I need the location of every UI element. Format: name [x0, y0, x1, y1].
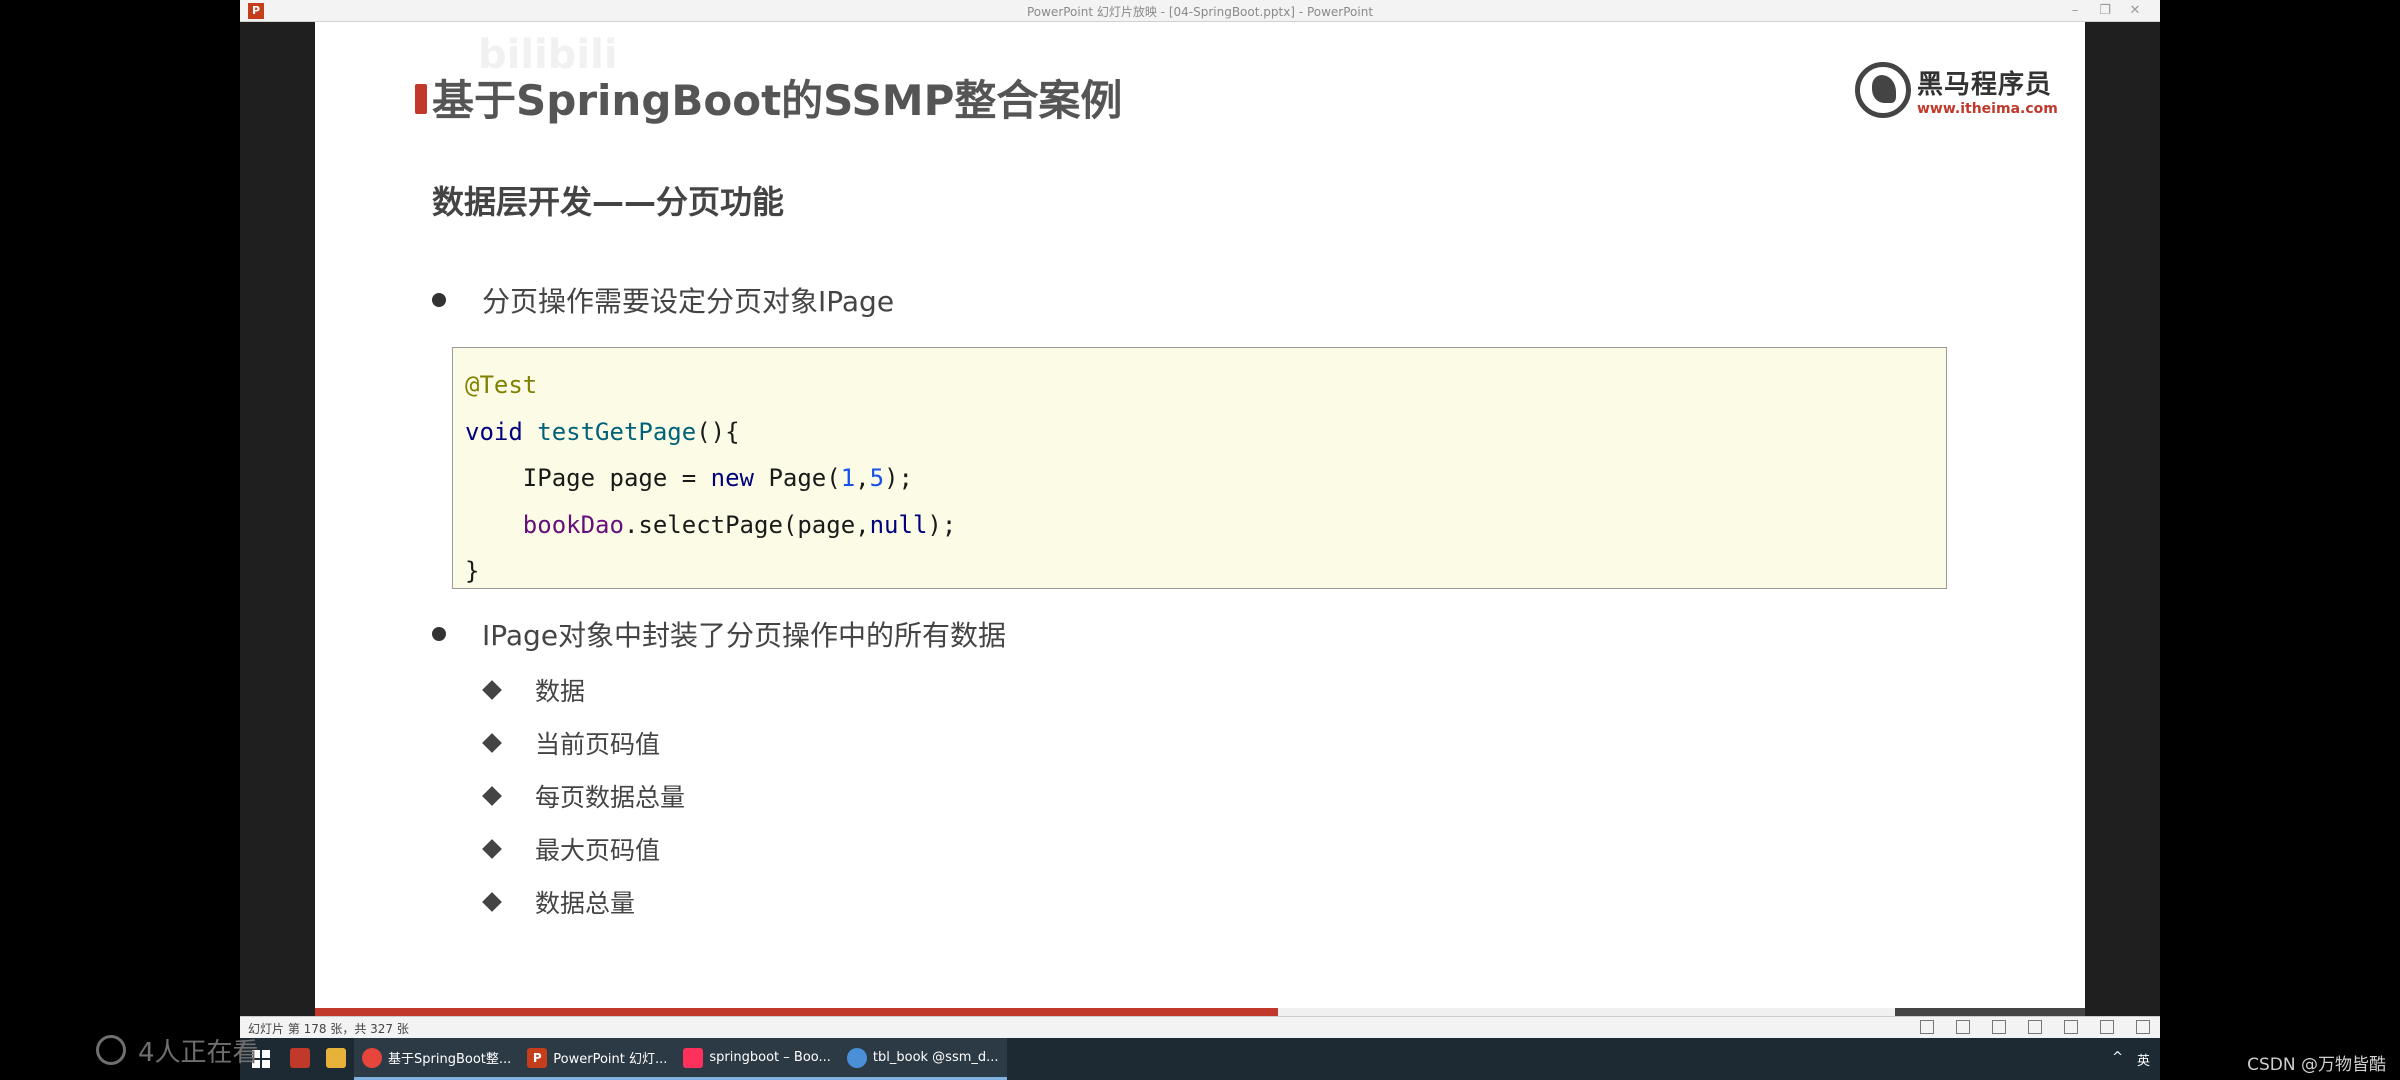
slide-progress-fill — [315, 1008, 1278, 1016]
bullet-text: 分页操作需要设定分页对象IPage — [482, 285, 895, 318]
code-text: ); — [884, 464, 913, 492]
sub-bullet-text: 数据 — [535, 677, 586, 706]
code-number: 1 — [840, 464, 856, 492]
system-tray: ^ 英 — [2112, 1050, 2150, 1069]
code-annotation: @Test — [465, 371, 538, 399]
code-block: @Test void testGetPage(){ IPage page = n… — [452, 347, 1947, 589]
code-method-name: testGetPage — [537, 417, 697, 446]
diamond-bullet-icon — [482, 680, 502, 700]
prev-slide-icon[interactable] — [1920, 1020, 1934, 1034]
viewer-icon — [96, 1035, 126, 1065]
slide-title: 基于SpringBoot的SSMP整合案例 — [432, 76, 1123, 125]
code-number: 5 — [869, 464, 885, 492]
taskbar-label: tbl_book @ssm_d... — [872, 1050, 999, 1065]
sub-bullet-text: 最大页码值 — [535, 836, 661, 865]
title-bar: P PowerPoint 幻灯片放映 - [04-SpringBoot.pptx… — [240, 0, 2160, 22]
code-text: .selectPage(page, — [623, 510, 870, 539]
normal-view-icon[interactable] — [2028, 1020, 2042, 1034]
code-keyword: new — [710, 464, 754, 492]
diamond-bullet-icon — [482, 733, 502, 753]
taskbar-label: 基于SpringBoot整... — [388, 1052, 512, 1067]
code-keyword: null — [869, 510, 928, 539]
taskbar-intellij[interactable]: springboot – Boo... — [675, 1038, 839, 1080]
taskbar-label: springboot – Boo... — [709, 1050, 831, 1065]
logo-url: www.itheima.com — [1917, 100, 2058, 117]
csdn-watermark: CSDN @万物皆酷 — [2247, 1055, 2386, 1075]
code-text: Page( — [754, 464, 841, 492]
restore-button[interactable]: ❐ — [2090, 2, 2120, 20]
bullet-ipage-setup: 分页操作需要设定分页对象IPage — [432, 280, 894, 320]
taskbar-app-unknown[interactable] — [282, 1038, 318, 1080]
sub-bullet-text: 数据总量 — [535, 889, 636, 918]
diamond-bullet-icon — [482, 892, 502, 912]
app-icon — [290, 1047, 310, 1068]
taskbar-chrome[interactable]: 基于SpringBoot整... — [354, 1038, 520, 1080]
sub-bullet-text: 每页数据总量 — [535, 783, 686, 812]
viewer-count: 4人正在看 — [96, 1030, 259, 1070]
code-text: , — [855, 464, 870, 492]
sub-bullet-text: 当前页码值 — [535, 730, 661, 759]
horse-logo-icon — [1855, 62, 1911, 118]
bullet-dot-icon — [432, 627, 446, 641]
slideshow-view-icon[interactable] — [2136, 1020, 2150, 1034]
title-accent-mark — [415, 84, 427, 114]
window-title: PowerPoint 幻灯片放映 - [04-SpringBoot.pptx] … — [1026, 5, 1374, 19]
itheima-logo: 黑马程序员 www.itheima.com — [1855, 62, 2058, 118]
chrome-icon — [362, 1047, 382, 1068]
sub-bullet-item: 当前页码值 — [482, 725, 661, 761]
status-bar: 幻灯片 第 178 张，共 327 张 — [240, 1016, 2160, 1038]
taskbar-powerpoint[interactable]: P PowerPoint 幻灯... — [519, 1038, 676, 1080]
bullet-dot-icon — [432, 293, 446, 307]
minimize-button[interactable]: – — [2060, 2, 2090, 20]
code-text: } — [465, 557, 480, 585]
slide-canvas[interactable]: 黑 bilibili 基于SpringBoot的SSMP整合案例 黑马程序员 w… — [315, 22, 2085, 1016]
sub-bullet-item: 最大页码值 — [482, 831, 661, 867]
slide-progress-remainder — [1895, 1008, 2085, 1016]
pause-icon[interactable] — [1956, 1020, 1970, 1034]
input-language-indicator[interactable]: 英 — [2137, 1050, 2150, 1069]
sub-bullet-item: 数据 — [482, 672, 586, 708]
taskbar-datagrip[interactable]: tbl_book @ssm_d... — [838, 1038, 1007, 1080]
diamond-bullet-icon — [482, 839, 502, 859]
code-field: bookDao — [522, 510, 624, 539]
slide-sorter-icon[interactable] — [2064, 1020, 2078, 1034]
code-keyword: void — [465, 417, 523, 446]
tray-expand-icon[interactable]: ^ — [2112, 1050, 2123, 1069]
slide-subtitle: 数据层开发——分页功能 — [432, 183, 785, 221]
sub-bullet-item: 每页数据总量 — [482, 778, 686, 814]
logo-name: 黑马程序员 — [1917, 69, 2053, 100]
windows-taskbar: 基于SpringBoot整... P PowerPoint 幻灯... sprin… — [240, 1038, 2160, 1080]
bullet-text: IPage对象中封装了分页操作中的所有数据 — [482, 619, 1007, 652]
code-text: ); — [927, 510, 957, 539]
viewer-count-text: 4人正在看 — [138, 1037, 259, 1068]
powerpoint-window: P PowerPoint 幻灯片放映 - [04-SpringBoot.pptx… — [240, 0, 2160, 1080]
slide-counter: 幻灯片 第 178 张，共 327 张 — [248, 1022, 409, 1036]
slide-progress-bar — [315, 1008, 2085, 1016]
powerpoint-icon: P — [527, 1047, 548, 1068]
sub-bullet-item: 数据总量 — [482, 884, 636, 920]
intellij-icon — [683, 1047, 704, 1068]
folder-icon — [326, 1047, 346, 1068]
diamond-bullet-icon — [482, 786, 502, 806]
slide-left-logo: 黑 — [350, 60, 384, 100]
bullet-ipage-data: IPage对象中封装了分页操作中的所有数据 — [432, 614, 1006, 654]
reading-view-icon[interactable] — [2100, 1020, 2114, 1034]
taskbar-file-explorer[interactable] — [318, 1038, 354, 1080]
code-text: IPage page = — [522, 464, 711, 492]
database-icon — [846, 1047, 867, 1068]
taskbar-label: PowerPoint 幻灯... — [553, 1052, 668, 1067]
close-button[interactable]: ✕ — [2120, 2, 2150, 20]
next-slide-icon[interactable] — [1992, 1020, 2006, 1034]
